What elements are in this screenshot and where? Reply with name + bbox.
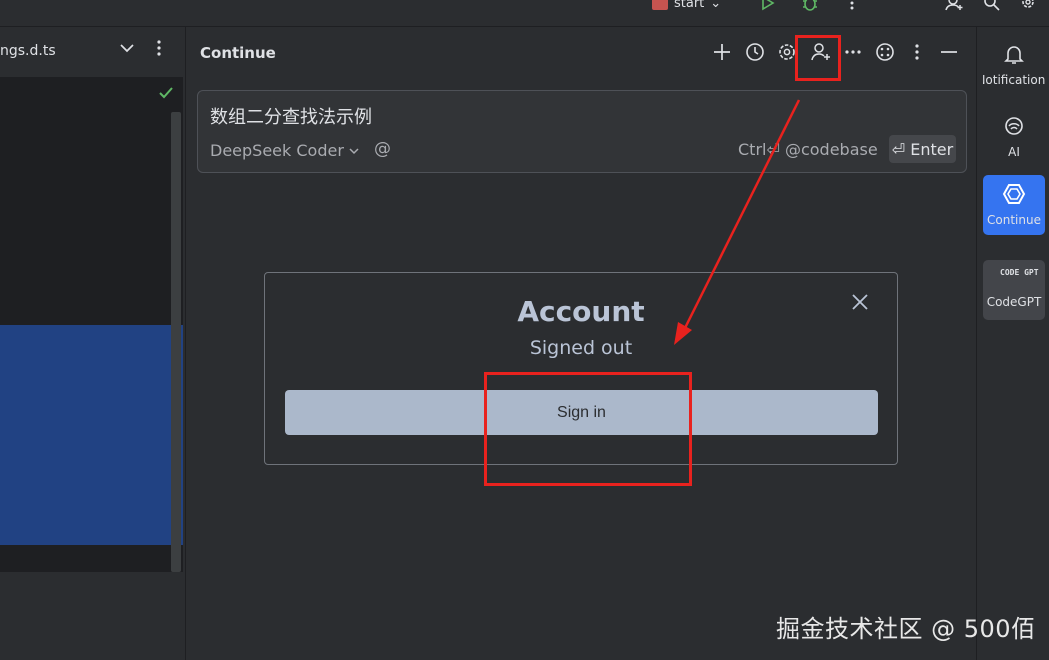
run-icon[interactable] [758,0,778,12]
model-label: DeepSeek Coder [210,141,344,160]
more-vertical-icon[interactable] [150,39,168,57]
editor-bottom-area [0,572,183,660]
codegpt-icon: CODE GPT [1000,268,1039,277]
ai-icon [1003,115,1025,140]
panel-title: Continue [200,44,276,62]
chevron-down-icon [348,141,360,160]
watermark: 掘金技术社区 @ 500佰 [776,615,1036,643]
tool-notifications[interactable]: Notifications [983,35,1045,95]
mention-button[interactable]: @ [374,139,391,159]
dialog-title: Account [517,295,645,328]
text-selection [0,325,183,545]
model-selector[interactable]: DeepSeek Coder [210,141,360,160]
settings-icon[interactable] [1018,0,1038,12]
bell-icon [1003,43,1025,68]
continue-header: Continue [186,27,976,81]
minimize-icon[interactable] [938,41,960,63]
right-tool-strip: Notifications AI Continue CODE GPT CodeG… [976,27,1049,660]
enter-label: ⏎ Enter [891,139,954,159]
annotation-highlight-account [795,35,841,81]
top-toolbar: start ⌄ [0,0,1049,27]
new-session-icon[interactable] [711,41,733,63]
search-icon[interactable] [982,0,1002,12]
editor-tab-bar: ngs.d.ts [0,27,183,78]
editor-scrollbar[interactable] [171,112,181,572]
add-user-icon[interactable] [945,0,965,12]
chat-input[interactable]: 数组二分查找法示例 DeepSeek Coder @ Ctrl⏎ @codeba… [197,90,967,173]
continue-panel: Continue 数组二分查找法示例 DeepSeek Coder @ Ctrl… [185,27,976,660]
editor-pane: ngs.d.ts [0,27,183,660]
run-config-label: start [674,0,705,11]
tool-label: Notifications [983,73,1045,87]
more-actions-icon[interactable] [842,0,862,12]
more-horizontal-icon[interactable] [842,41,864,63]
account-status: Signed out [529,337,633,359]
input-text[interactable]: 数组二分查找法示例 [210,103,372,129]
file-tab[interactable]: ngs.d.ts [0,43,56,59]
run-config-icon [652,0,668,10]
tool-continue[interactable]: Continue [983,175,1045,235]
tool-codegpt[interactable]: CODE GPT CodeGPT [983,260,1045,320]
debug-icon[interactable] [800,0,820,12]
tool-label: AI [1008,145,1020,159]
history-icon[interactable] [744,41,766,63]
close-icon[interactable] [849,291,871,313]
tool-label: CodeGPT [986,295,1042,309]
indexing-icon[interactable] [874,41,896,63]
more-vertical-icon[interactable] [906,41,928,63]
codebase-shortcut-hint[interactable]: Ctrl⏎ @codebase [738,140,878,159]
check-icon [158,85,174,101]
continue-icon [1002,183,1026,208]
chevron-down-icon: ⌄ [710,0,722,11]
tool-label: Continue [987,213,1041,227]
annotation-highlight-sign-in [484,372,692,486]
tool-ai[interactable]: AI [983,107,1045,167]
run-configuration-selector[interactable]: start ⌄ [652,0,721,13]
enter-button[interactable]: ⏎ Enter [889,135,956,163]
chevron-down-icon[interactable] [118,39,136,57]
